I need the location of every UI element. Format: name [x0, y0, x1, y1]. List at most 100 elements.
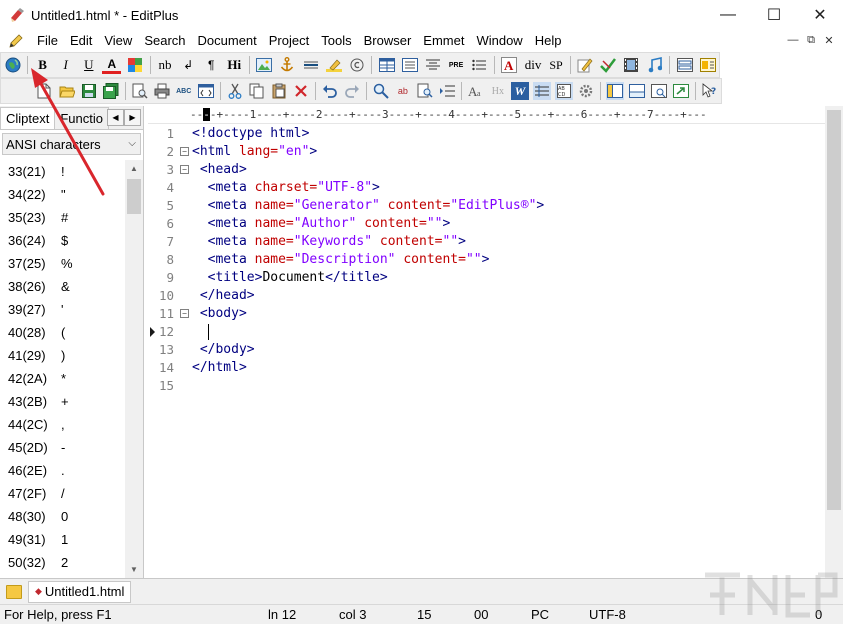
- fullscreen-button[interactable]: [672, 81, 690, 101]
- color-picker-button[interactable]: [125, 55, 144, 75]
- code-text-area[interactable]: <!doctype html> <html lang="en"> <head> …: [192, 125, 825, 578]
- paste-button[interactable]: [270, 81, 288, 101]
- special-char-button[interactable]: [347, 55, 366, 75]
- validate-button[interactable]: [599, 55, 618, 75]
- fold-toggle-icon[interactable]: −: [180, 147, 189, 156]
- bold-button[interactable]: B: [33, 55, 52, 75]
- doc-tab-untitled1[interactable]: ◆ Untitled1.html: [28, 580, 132, 603]
- edit-style-button[interactable]: [576, 55, 595, 75]
- editor-scrollbar[interactable]: [825, 106, 843, 578]
- minimize-button[interactable]: —: [705, 0, 751, 30]
- list-table-button[interactable]: [400, 55, 419, 75]
- menu-emmet[interactable]: Emmet: [418, 30, 471, 51]
- cliptext-item[interactable]: 48(30) 0: [0, 505, 124, 528]
- menu-browser[interactable]: Browser: [359, 30, 419, 51]
- editplus-app-icon[interactable]: [9, 7, 25, 23]
- browser-preview-button[interactable]: [3, 55, 22, 75]
- copy-button[interactable]: [248, 81, 266, 101]
- save-all-button[interactable]: [102, 81, 120, 101]
- underline-button[interactable]: U: [79, 55, 98, 75]
- line-numbers-button[interactable]: [532, 82, 552, 100]
- highlight-button[interactable]: [324, 55, 343, 75]
- anchor-button[interactable]: [278, 55, 297, 75]
- pre-button[interactable]: PRE: [447, 55, 466, 75]
- status-line-ending[interactable]: PC: [531, 607, 549, 622]
- span-button[interactable]: SP: [547, 55, 564, 75]
- horizontal-rule-button[interactable]: [301, 55, 320, 75]
- mdi-close-button[interactable]: ✕: [821, 33, 837, 47]
- hx-button[interactable]: Hx: [489, 81, 507, 101]
- font-button[interactable]: A: [500, 55, 519, 75]
- menu-project[interactable]: Project: [264, 30, 316, 51]
- open-button[interactable]: [58, 81, 76, 101]
- cliptext-item[interactable]: 43(2B) +: [0, 390, 124, 413]
- cliptext-item[interactable]: 33(21)!: [0, 160, 124, 183]
- context-help-button[interactable]: ?: [701, 81, 719, 101]
- find-button[interactable]: [372, 81, 390, 101]
- cliptext-item[interactable]: 49(31) 1: [0, 528, 124, 551]
- find-in-files-button[interactable]: [416, 81, 434, 101]
- new-button[interactable]: [35, 81, 53, 101]
- maximize-button[interactable]: ☐: [751, 0, 797, 30]
- fold-toggle-icon[interactable]: −: [180, 165, 189, 174]
- cliptext-item[interactable]: 46(2E).: [0, 459, 124, 482]
- tab-scroll-right-button[interactable]: ▶: [124, 109, 141, 126]
- font-size-button[interactable]: Aa: [467, 81, 485, 101]
- cliptext-item[interactable]: 40(28) (: [0, 321, 124, 344]
- save-button[interactable]: [80, 81, 98, 101]
- cut-button[interactable]: [226, 81, 244, 101]
- undo-button[interactable]: [321, 81, 339, 101]
- cliptext-button[interactable]: [197, 81, 215, 101]
- output-window-button[interactable]: [628, 81, 646, 101]
- cliptext-item[interactable]: 45(2D) -: [0, 436, 124, 459]
- tab-scroll-left-button[interactable]: ◀: [107, 109, 124, 126]
- replace-button[interactable]: ab: [394, 81, 412, 101]
- italic-button[interactable]: I: [56, 55, 75, 75]
- redo-button[interactable]: [343, 81, 361, 101]
- cliptext-item[interactable]: 44(2C),: [0, 413, 124, 436]
- cliptext-item[interactable]: 36(24) $: [0, 229, 124, 252]
- line-break-button[interactable]: ↲: [179, 55, 198, 75]
- cliptext-item[interactable]: 42(2A) *: [0, 367, 124, 390]
- cliptext-item[interactable]: 34(22) ": [0, 183, 124, 206]
- menu-search[interactable]: Search: [139, 30, 192, 51]
- image-button[interactable]: [255, 55, 274, 75]
- spell-check-button[interactable]: ABC: [175, 81, 193, 101]
- delete-button[interactable]: [292, 81, 310, 101]
- cliptext-scrollbar[interactable]: ▲ ▼: [125, 160, 143, 578]
- cliptext-item[interactable]: 41(29)): [0, 344, 124, 367]
- browse-button[interactable]: [650, 81, 668, 101]
- scroll-down-arrow-icon[interactable]: ▼: [125, 561, 143, 578]
- input-button[interactable]: [698, 55, 717, 75]
- menu-edit[interactable]: Edit: [65, 30, 99, 51]
- editor-scroll-thumb[interactable]: [827, 110, 841, 510]
- menu-file[interactable]: File: [32, 30, 65, 51]
- folder-icon[interactable]: [6, 584, 22, 599]
- paragraph-button[interactable]: ¶: [202, 55, 221, 75]
- font-color-button[interactable]: A: [102, 56, 122, 74]
- table-button[interactable]: [377, 55, 396, 75]
- menu-document[interactable]: Document: [193, 30, 264, 51]
- scroll-thumb[interactable]: [127, 179, 141, 214]
- mdi-restore-button[interactable]: ⧉: [803, 33, 819, 47]
- menu-tools[interactable]: Tools: [316, 30, 358, 51]
- print-button[interactable]: [153, 81, 171, 101]
- audio-button[interactable]: [645, 55, 664, 75]
- close-button[interactable]: ✕: [797, 0, 843, 30]
- word-wrap-button[interactable]: W: [510, 82, 529, 100]
- form-button[interactable]: [675, 55, 694, 75]
- cliptext-item[interactable]: 39(27) ': [0, 298, 124, 321]
- settings-button[interactable]: [577, 81, 595, 101]
- menu-help[interactable]: Help: [530, 30, 569, 51]
- heading-button[interactable]: Hi: [225, 55, 244, 75]
- div-button[interactable]: div: [523, 55, 544, 75]
- center-button[interactable]: [423, 55, 442, 75]
- list-button[interactable]: [470, 55, 489, 75]
- menu-view[interactable]: View: [99, 30, 139, 51]
- cliptext-item[interactable]: 47(2F) /: [0, 482, 124, 505]
- directory-window-button[interactable]: [606, 82, 625, 100]
- mdi-minimize-button[interactable]: —: [785, 33, 801, 47]
- fold-toggle-icon[interactable]: −: [180, 309, 189, 318]
- tab-cliptext[interactable]: Cliptext: [0, 107, 56, 129]
- scroll-up-arrow-icon[interactable]: ▲: [125, 160, 143, 177]
